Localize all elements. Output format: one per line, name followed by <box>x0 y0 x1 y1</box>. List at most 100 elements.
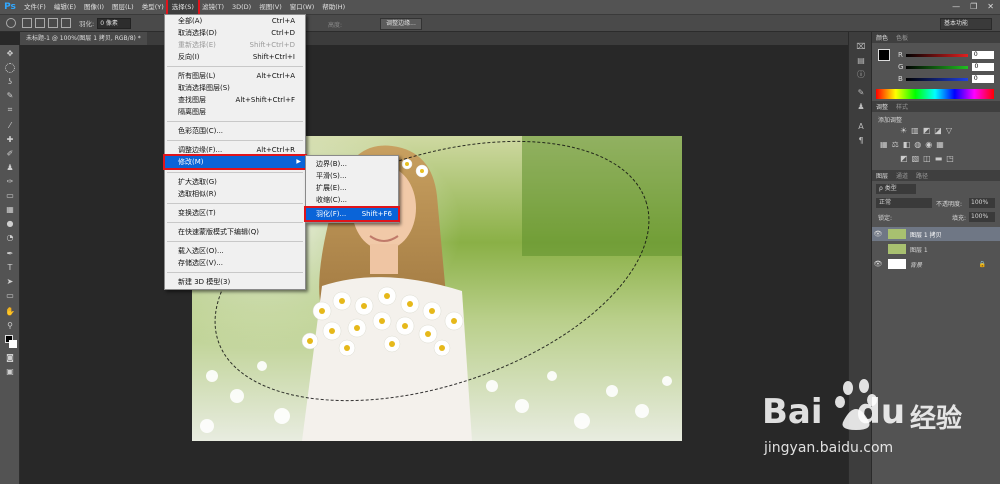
menu-item-reselect[interactable]: 重新选择(E) Shift+Ctrl+D <box>165 39 305 51</box>
feather-input[interactable]: 0 像素 <box>97 17 132 29</box>
menu-item-new-3d-model[interactable]: 新建 3D 模型(3) <box>165 276 305 288</box>
menu-item-modify[interactable]: 修改(M) ▶ <box>163 154 307 170</box>
tab-adjustments[interactable]: 调整 <box>872 102 892 111</box>
menu-view[interactable]: 视图(V) <box>255 0 286 14</box>
blend-mode-select[interactable]: 正常 <box>876 198 932 208</box>
menu-file[interactable]: 文件(F) <box>20 0 50 14</box>
exposure-icon[interactable]: ◪ <box>934 126 942 135</box>
menu-item-save-selection[interactable]: 存储选区(V)... <box>165 257 305 269</box>
submenu-item-smooth[interactable]: 平滑(S)... <box>306 170 398 182</box>
quick-mask-icon[interactable]: ◙ <box>5 353 15 363</box>
workspace-select[interactable]: 基本功能 <box>940 18 992 30</box>
submenu-item-expand[interactable]: 扩展(E)... <box>306 182 398 194</box>
vibrance-icon[interactable]: ▽ <box>946 126 952 135</box>
eraser-tool-icon[interactable]: ▭ <box>5 191 15 201</box>
menu-item-isolate-layers[interactable]: 隔离图层 <box>165 106 305 118</box>
menu-item-load-selection[interactable]: 载入选区(O)... <box>165 245 305 257</box>
menu-item-deselect[interactable]: 取消选择(D) Ctrl+D <box>165 27 305 39</box>
menu-item-transform-selection[interactable]: 变换选区(T) <box>165 207 305 219</box>
dodge-tool-icon[interactable]: ◔ <box>5 233 15 243</box>
menu-item-select-all[interactable]: 全部(A) Ctrl+A <box>165 15 305 27</box>
levels-icon[interactable]: ▥ <box>911 126 919 135</box>
tab-paths[interactable]: 路径 <box>912 171 932 180</box>
history-brush-tool-icon[interactable]: ✑ <box>5 177 15 187</box>
brush-tool-icon[interactable]: ✐ <box>5 149 15 159</box>
brightness-icon[interactable]: ☀ <box>900 126 907 135</box>
threshold-icon[interactable]: ◫ <box>923 154 931 163</box>
submenu-item-feather[interactable]: 羽化(F)... Shift+F6 <box>304 206 400 222</box>
quick-select-tool-icon[interactable]: ✎ <box>5 91 15 101</box>
paragraph-icon[interactable]: ¶ <box>856 136 866 146</box>
brush-presets-icon[interactable]: ✎ <box>856 88 866 98</box>
zoom-tool-icon[interactable]: ⚲ <box>5 321 15 331</box>
submenu-item-border[interactable]: 边界(B)... <box>306 158 398 170</box>
menu-edit[interactable]: 编辑(E) <box>50 0 80 14</box>
menu-item-find-layers[interactable]: 查找图层 Alt+Shift+Ctrl+F <box>165 94 305 106</box>
subtract-selection-icon[interactable] <box>48 18 58 28</box>
path-select-tool-icon[interactable]: ➤ <box>5 277 15 287</box>
move-tool-icon[interactable]: ✥ <box>5 49 15 59</box>
menu-type[interactable]: 类型(Y) <box>138 0 168 14</box>
b-slider[interactable] <box>905 77 968 81</box>
invert-icon[interactable]: ◩ <box>900 154 908 163</box>
hand-tool-icon[interactable]: ✋ <box>5 307 15 317</box>
properties-icon[interactable]: ▤ <box>856 56 866 66</box>
minimize-button[interactable]: — <box>952 2 960 11</box>
healing-brush-tool-icon[interactable]: ✚ <box>5 135 15 145</box>
blur-tool-icon[interactable]: ● <box>5 219 15 229</box>
restore-button[interactable]: ❐ <box>970 2 977 11</box>
gradient-map-icon[interactable]: ▬ <box>935 154 943 163</box>
history-icon[interactable]: ⌧ <box>856 42 866 52</box>
menu-help[interactable]: 帮助(H) <box>318 0 349 14</box>
gradient-tool-icon[interactable]: ▦ <box>5 205 15 215</box>
fill-input[interactable]: 100% <box>969 212 995 222</box>
posterize-icon[interactable]: ▧ <box>912 154 920 163</box>
r-slider[interactable] <box>905 53 968 57</box>
clone-source-icon[interactable]: ♟ <box>856 102 866 112</box>
menu-item-similar[interactable]: 选取相似(R) <box>165 188 305 200</box>
menu-item-deselect-layers[interactable]: 取消选择图层(S) <box>165 82 305 94</box>
info-icon[interactable]: ⓘ <box>856 70 866 80</box>
marquee-tool-icon[interactable] <box>5 63 15 73</box>
close-button[interactable]: ✕ <box>987 2 994 11</box>
layer-row[interactable]: 图层 1 <box>872 242 1000 256</box>
hue-saturation-icon[interactable]: ▦ <box>880 140 888 149</box>
tab-color[interactable]: 颜色 <box>872 33 892 42</box>
photo-filter-icon[interactable]: ◍ <box>914 140 921 149</box>
g-value[interactable]: 0 <box>972 63 995 71</box>
color-spectrum-bar[interactable] <box>876 89 994 99</box>
menu-item-all-layers[interactable]: 所有图层(L) Alt+Ctrl+A <box>165 70 305 82</box>
visibility-eye-icon[interactable]: 👁 <box>872 230 884 238</box>
opacity-input[interactable]: 100% <box>969 198 995 208</box>
document-tab[interactable]: 未标题-1 @ 100%(图层 1 拷贝, RGB/8) * <box>20 32 147 45</box>
selective-color-icon[interactable]: ◳ <box>946 154 954 163</box>
refine-edge-button[interactable]: 调整边缘... <box>380 18 422 30</box>
menu-item-refine-edge[interactable]: 调整边缘(F)... Alt+Ctrl+R <box>165 144 305 156</box>
curves-icon[interactable]: ◩ <box>923 126 931 135</box>
tab-channels[interactable]: 通道 <box>892 171 912 180</box>
menu-layer[interactable]: 图层(L) <box>108 0 138 14</box>
type-tool-icon[interactable]: T <box>5 263 15 273</box>
color-lookup-icon[interactable]: ▦ <box>936 140 944 149</box>
layer-row[interactable]: 👁 图层 1 拷贝 <box>872 227 1000 241</box>
menu-item-grow[interactable]: 扩大选取(G) <box>165 176 305 188</box>
tab-layers[interactable]: 图层 <box>872 171 892 180</box>
color-balance-icon[interactable]: ⚖ <box>892 140 899 149</box>
black-white-icon[interactable]: ◧ <box>903 140 911 149</box>
menu-image[interactable]: 图像(I) <box>80 0 108 14</box>
tab-styles[interactable]: 样式 <box>892 102 912 111</box>
pen-tool-icon[interactable]: ✒ <box>5 249 15 259</box>
menu-3d[interactable]: 3D(D) <box>228 0 255 14</box>
rectangle-tool-icon[interactable]: ▭ <box>5 291 15 301</box>
r-value[interactable]: 0 <box>971 51 994 59</box>
menu-select[interactable]: 选择(S) <box>165 0 200 16</box>
menu-filter[interactable]: 滤镜(T) <box>198 0 228 14</box>
channel-mixer-icon[interactable]: ◉ <box>925 140 932 149</box>
g-slider[interactable] <box>906 65 969 69</box>
menu-window[interactable]: 窗口(W) <box>286 0 319 14</box>
layer-filter-select[interactable]: ρ 类型 <box>876 184 916 194</box>
add-to-selection-icon[interactable] <box>35 18 45 28</box>
b-value[interactable]: 0 <box>971 75 994 83</box>
tab-swatches[interactable]: 色板 <box>892 33 912 42</box>
intersect-selection-icon[interactable] <box>61 18 71 28</box>
